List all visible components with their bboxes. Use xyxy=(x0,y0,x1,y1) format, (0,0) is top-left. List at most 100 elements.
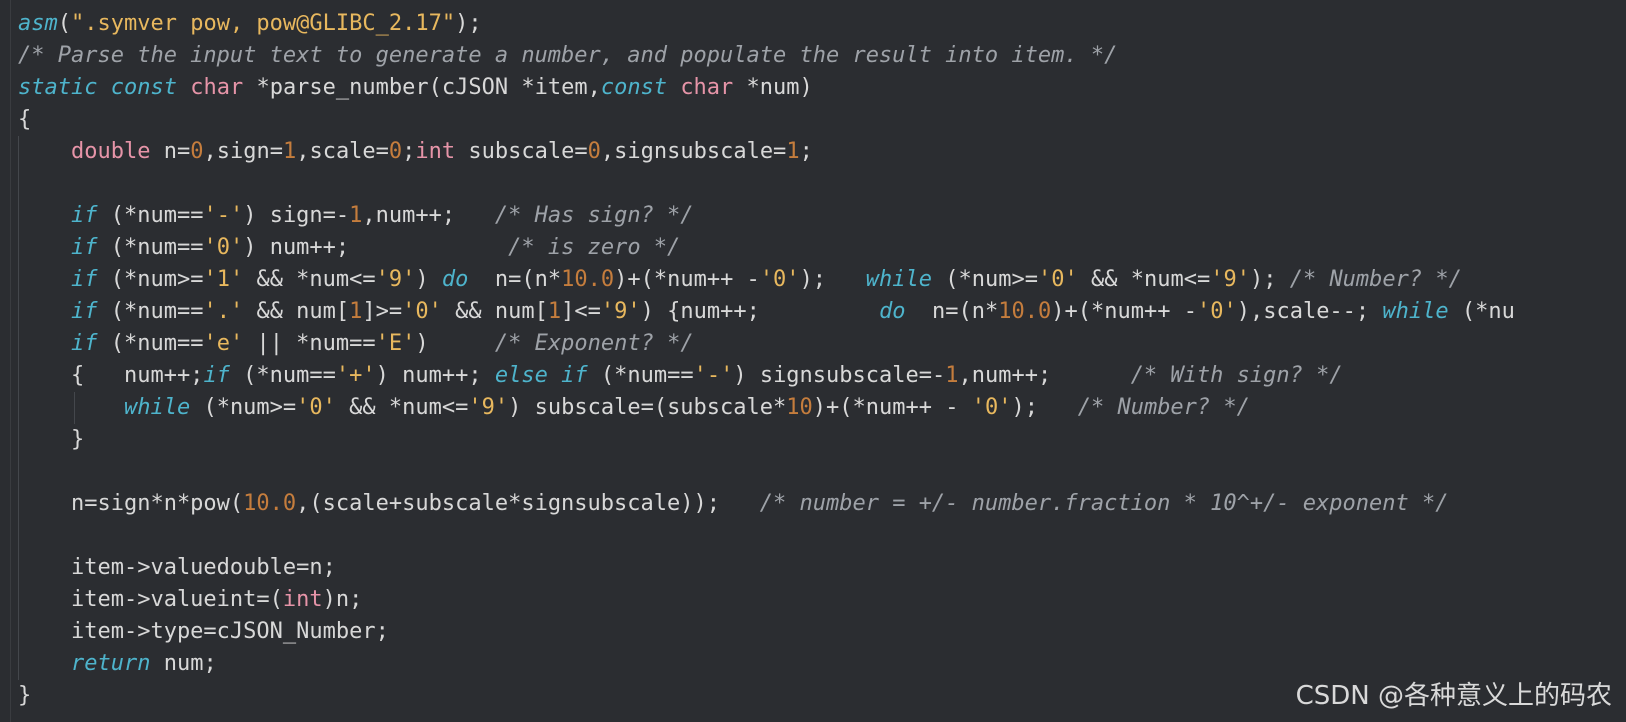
code-token: ,sign= xyxy=(203,139,283,164)
watermark-text: CSDN @各种意义上的码农 xyxy=(1295,681,1612,711)
code-line: asm(".symver pow, pow@GLIBC_2.17"); xyxy=(18,8,1626,40)
code-token: 10.0 xyxy=(561,267,615,292)
code-token: /* Exponent? */ xyxy=(494,331,694,356)
code-editor[interactable]: asm(".symver pow, pow@GLIBC_2.17"); /* Pa… xyxy=(0,0,1626,722)
code-token: ) num++; xyxy=(243,235,509,260)
code-line: while (*num>='0' && *num<='9') subscale=… xyxy=(18,392,1626,424)
code-token: ,num++; xyxy=(362,203,495,228)
code-token: } xyxy=(18,683,32,708)
code-token: *parse_number(cJSON *item, xyxy=(243,75,601,100)
code-token: ); xyxy=(455,11,482,36)
code-token: ,num++; xyxy=(958,363,1131,388)
code-token: ]<= xyxy=(561,299,601,324)
code-line: n=sign*n*pow(10.0,(scale+subscale*signsu… xyxy=(18,488,1626,520)
code-token: ) xyxy=(415,331,495,356)
code-line: item->valueint=(int)n; xyxy=(18,584,1626,616)
code-token: ; xyxy=(799,139,813,164)
code-token: '-' xyxy=(203,203,244,228)
code-token: if xyxy=(203,363,230,388)
code-token: char xyxy=(190,75,244,100)
code-token: { num++; xyxy=(18,363,204,388)
code-token: ) {num++; xyxy=(640,299,880,324)
code-token: item->type=cJSON_Number; xyxy=(18,619,389,644)
code-token: '0' xyxy=(402,299,442,324)
code-line: /* Parse the input text to generate a nu… xyxy=(18,40,1626,72)
code-token: ); xyxy=(1249,267,1290,292)
code-line: if (*num=='.' && num[1]>='0' && num[1]<=… xyxy=(18,296,1626,328)
code-token: '0' xyxy=(1038,267,1078,292)
code-token: '9' xyxy=(600,299,641,324)
code-line: item->valuedouble=n; xyxy=(18,552,1626,584)
code-token: *num) xyxy=(733,75,813,100)
code-token: (*num>= xyxy=(97,267,204,292)
code-token: (*num>= xyxy=(932,267,1038,292)
code-token: n=sign*n*pow( xyxy=(18,491,244,516)
code-token: 10.0 xyxy=(243,491,297,516)
code-token: (*num== xyxy=(97,299,204,324)
code-token: '-' xyxy=(693,363,734,388)
code-token: 1 xyxy=(945,363,959,388)
code-token: 1 xyxy=(547,299,562,324)
code-token: while xyxy=(123,395,191,420)
code-token: const xyxy=(600,75,668,100)
code-token: ) num++; xyxy=(375,363,495,388)
code-token: )+(*num++ - xyxy=(1051,299,1197,324)
code-token: ; xyxy=(402,139,416,164)
code-token: if xyxy=(70,331,98,356)
code-token: 1 xyxy=(282,139,297,164)
code-token: '1' xyxy=(203,267,244,292)
code-token: 1 xyxy=(349,203,363,228)
code-token: ]>= xyxy=(362,299,403,324)
code-token: subscale= xyxy=(455,139,588,164)
code-token: n= xyxy=(150,139,191,164)
code-token: )+(*num++ - xyxy=(812,395,972,420)
code-token: int xyxy=(415,139,456,164)
code-line: { num++;if (*num=='+') num++; else if (*… xyxy=(18,360,1626,392)
code-token: if xyxy=(70,299,98,324)
code-token: '0' xyxy=(759,267,800,292)
code-token: (*num== xyxy=(229,363,336,388)
code-line: if (*num=='e' || *num=='E') /* Exponent?… xyxy=(18,328,1626,360)
code-token: const xyxy=(110,75,177,100)
code-token: '9' xyxy=(468,395,509,420)
code-token: if xyxy=(70,267,98,292)
code-token: /* Has sign? */ xyxy=(494,203,694,228)
code-token: do xyxy=(441,267,469,292)
code-token: item->valuedouble=n; xyxy=(18,555,336,580)
code-token: ),scale--; xyxy=(1236,299,1383,324)
code-token: /* With sign? */ xyxy=(1130,363,1343,388)
code-token: '0' xyxy=(971,395,1012,420)
code-token: ); xyxy=(1011,395,1078,420)
code-token: if xyxy=(70,203,98,228)
code-token: if xyxy=(561,363,588,388)
code-line: if (*num=='0') num++; /* is zero */ xyxy=(18,232,1626,264)
code-line: { xyxy=(18,104,1626,136)
code-token: 10 xyxy=(786,395,813,420)
code-token: ) sign=- xyxy=(243,203,350,228)
code-line: if (*num=='-') sign=-1,num++; /* Has sig… xyxy=(18,200,1626,232)
code-line: item->type=cJSON_Number; xyxy=(18,616,1626,648)
code-token: static xyxy=(18,75,98,100)
code-token: )+(*num++ - xyxy=(614,267,760,292)
code-token: ,signsubscale= xyxy=(600,139,787,164)
code-token: int xyxy=(282,587,323,612)
code-area[interactable]: asm(".symver pow, pow@GLIBC_2.17"); /* Pa… xyxy=(18,8,1626,712)
code-token: asm xyxy=(18,11,58,36)
code-token: ".symver pow, pow@GLIBC_2.17" xyxy=(71,11,456,36)
code-token: || *num== xyxy=(243,331,376,356)
code-line: static const char *parse_number(cJSON *i… xyxy=(18,72,1626,104)
code-token: (*nu xyxy=(1448,299,1515,324)
code-token: && *num<= xyxy=(1077,267,1211,292)
code-token: { xyxy=(18,107,32,132)
